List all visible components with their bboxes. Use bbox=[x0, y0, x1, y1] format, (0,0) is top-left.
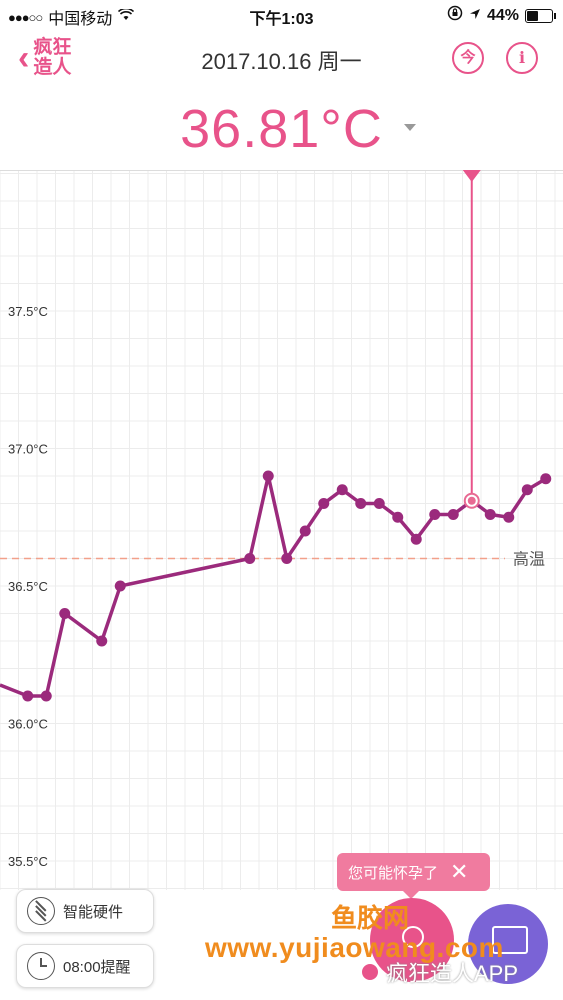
data-point[interactable] bbox=[540, 473, 552, 485]
threshold-label: 高温 bbox=[513, 551, 545, 569]
dropdown-caret-icon[interactable] bbox=[404, 124, 416, 131]
temperature-chart[interactable]: 37.5°C 37.0°C 36.5°C 36.0°C 35.5°C 高温 bbox=[0, 170, 563, 890]
watermark-site-name: 鱼胶网 bbox=[331, 903, 410, 933]
temperature-display: 36.81°C bbox=[0, 98, 563, 160]
pregnancy-tooltip: 您可能怀孕了 ✕ bbox=[337, 853, 490, 899]
clock-icon bbox=[27, 952, 55, 980]
tooltip-text: 您可能怀孕了 bbox=[348, 864, 439, 882]
y-axis-tick-label: 36.5°C bbox=[8, 579, 48, 594]
data-point[interactable] bbox=[521, 484, 533, 496]
battery-icon bbox=[525, 8, 556, 23]
today-button[interactable]: 今 bbox=[452, 42, 484, 74]
watermark-logo-icon bbox=[360, 962, 380, 982]
data-point[interactable] bbox=[447, 509, 459, 520]
data-point[interactable] bbox=[373, 498, 385, 509]
data-point[interactable] bbox=[410, 533, 422, 545]
info-button[interactable]: i bbox=[506, 42, 538, 74]
watermark-app: 疯狂造人APP bbox=[360, 956, 518, 988]
data-point[interactable] bbox=[355, 498, 367, 509]
nav-bar: ‹ 疯狂 造人 2017.10.16 周一 今 i bbox=[0, 30, 563, 90]
y-axis-tick-label: 35.5°C bbox=[8, 854, 48, 869]
battery-percent: 44% bbox=[486, 6, 519, 24]
data-point[interactable] bbox=[299, 525, 311, 537]
rotation-lock-icon bbox=[447, 5, 463, 26]
data-point[interactable] bbox=[262, 470, 274, 482]
smart-hardware-button[interactable]: 智能硬件 bbox=[16, 889, 154, 933]
data-point[interactable] bbox=[429, 509, 441, 520]
y-axis-tick-label: 37.0°C bbox=[8, 442, 48, 457]
temperature-value: 36.81°C bbox=[180, 99, 383, 159]
data-point[interactable] bbox=[96, 635, 108, 647]
data-point[interactable] bbox=[503, 511, 515, 523]
y-axis-tick-label: 36.0°C bbox=[8, 717, 48, 732]
hardware-icon bbox=[27, 897, 55, 925]
data-point[interactable] bbox=[336, 484, 348, 496]
data-point[interactable] bbox=[22, 690, 34, 702]
reminder-button[interactable]: 08:00提醒 bbox=[16, 944, 154, 988]
data-point[interactable] bbox=[40, 690, 52, 702]
selection-indicator-handle[interactable] bbox=[462, 170, 481, 182]
selected-data-point-dot bbox=[467, 496, 476, 505]
data-point[interactable] bbox=[114, 580, 126, 592]
data-point[interactable] bbox=[318, 498, 330, 509]
data-point[interactable] bbox=[484, 509, 496, 520]
status-bar: ●●●○○ 中国移动 下午1:03 44% bbox=[0, 0, 563, 30]
data-point[interactable] bbox=[244, 553, 256, 564]
data-point[interactable] bbox=[281, 553, 293, 564]
reminder-label: 08:00提醒 bbox=[63, 958, 131, 976]
location-arrow-icon bbox=[469, 7, 481, 25]
data-point[interactable] bbox=[59, 608, 71, 619]
watermark-app-label: 疯狂造人APP bbox=[386, 961, 519, 986]
smart-hardware-label: 智能硬件 bbox=[63, 903, 124, 921]
data-point[interactable] bbox=[392, 511, 404, 523]
y-axis-tick-label: 37.5°C bbox=[8, 304, 48, 319]
close-icon[interactable]: ✕ bbox=[450, 859, 468, 885]
